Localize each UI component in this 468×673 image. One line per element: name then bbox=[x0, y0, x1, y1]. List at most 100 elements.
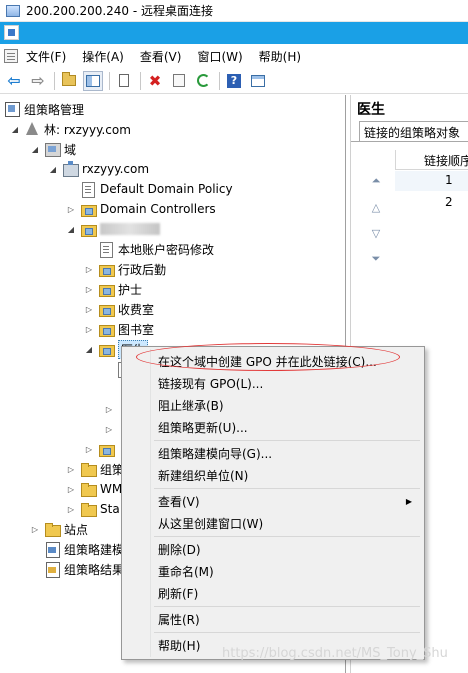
clipboard-button[interactable] bbox=[114, 71, 134, 91]
domain-icon bbox=[62, 161, 79, 177]
menu-item-new-ou[interactable]: 新建组织单位(N) bbox=[124, 464, 422, 486]
menu-bar: 文件(F) 操作(A) 查看(V) 窗口(W) 帮助(H) bbox=[0, 44, 468, 68]
tree-node-password-policy[interactable]: 本地账户密码修改 bbox=[98, 239, 214, 259]
menu-window[interactable]: 窗口(W) bbox=[197, 48, 242, 65]
tree-node-label: 组策略建模 bbox=[64, 542, 125, 557]
menu-view[interactable]: 查看(V) bbox=[140, 48, 182, 65]
tree-node-wmi-filters[interactable]: ▷ WM bbox=[66, 479, 122, 499]
menu-item-properties[interactable]: 属性(R) bbox=[124, 608, 422, 630]
window-title: 200.200.200.240 - 远程桌面连接 bbox=[26, 4, 214, 18]
tree-node-label: 域 bbox=[64, 142, 77, 157]
menu-item-delete[interactable]: 删除(D) bbox=[124, 538, 422, 560]
menu-help[interactable]: 帮助(H) bbox=[259, 48, 301, 65]
tree-node-hidden-child[interactable]: ▷ bbox=[104, 419, 118, 439]
menu-item-modeling-wizard[interactable]: 组策略建模向导(G)... bbox=[124, 442, 422, 464]
expand-icon[interactable]: ▷ bbox=[84, 285, 94, 294]
menu-separator bbox=[154, 606, 420, 607]
sites-folder-icon bbox=[44, 521, 61, 537]
menu-item-new-window[interactable]: 从这里创建窗口(W) bbox=[124, 512, 422, 534]
tree-node-ou-admin[interactable]: ▷ 行政后勤 bbox=[84, 259, 166, 279]
tab-linked-gpos[interactable]: 链接的组策略对象 bbox=[359, 121, 468, 141]
refresh-icon bbox=[196, 74, 210, 87]
folder-icon bbox=[80, 481, 97, 497]
menu-item-refresh[interactable]: 刷新(F) bbox=[124, 582, 422, 604]
tree-node-label: Sta bbox=[100, 502, 120, 516]
properties-button[interactable] bbox=[169, 71, 189, 91]
toolbar-separator bbox=[140, 71, 141, 90]
collapse-icon[interactable]: ◢ bbox=[84, 345, 94, 354]
help-button[interactable]: ? bbox=[224, 71, 244, 91]
tree-node-results[interactable]: 组策略结果 bbox=[44, 559, 124, 579]
tree-node-label: 林: rxzyyy.com bbox=[44, 122, 131, 137]
tree-node-gpmc-root[interactable]: 组策略管理 bbox=[4, 99, 84, 119]
move-down-button[interactable]: ▽ bbox=[367, 225, 385, 241]
tree-node-default-domain-policy[interactable]: Default Domain Policy bbox=[80, 179, 233, 199]
refresh-button[interactable] bbox=[193, 71, 213, 91]
expand-icon[interactable]: ▷ bbox=[30, 525, 40, 534]
tree-node-label: 图书室 bbox=[118, 322, 155, 337]
menu-file[interactable]: 文件(F) bbox=[26, 48, 66, 65]
column-header-link-order[interactable]: 链接顺序 bbox=[395, 150, 468, 170]
move-down-icon: ▽ bbox=[371, 226, 381, 240]
tab-divider bbox=[351, 141, 468, 142]
expand-icon[interactable]: ▷ bbox=[66, 465, 76, 474]
collapse-icon[interactable]: ◢ bbox=[48, 165, 58, 174]
move-top-icon: ⏶ bbox=[371, 174, 381, 187]
collapse-icon[interactable]: ◢ bbox=[10, 125, 20, 134]
expand-icon[interactable]: ▷ bbox=[66, 485, 76, 494]
expand-icon[interactable]: ▷ bbox=[84, 445, 94, 454]
modeling-icon bbox=[44, 541, 60, 558]
collapse-icon[interactable]: ◢ bbox=[66, 225, 76, 234]
window-title-bar: 200.200.200.240 - 远程桌面连接 bbox=[0, 0, 468, 22]
tree-node-redacted-ou[interactable]: ◢ bbox=[66, 219, 160, 239]
tree-node-label: 行政后勤 bbox=[118, 262, 167, 277]
tree-node-forest[interactable]: ◢ 林: rxzyyy.com bbox=[10, 119, 131, 139]
table-row[interactable]: 1 bbox=[395, 171, 468, 191]
new-window-button[interactable] bbox=[248, 71, 268, 91]
expand-icon[interactable]: ▷ bbox=[66, 505, 76, 514]
up-folder-icon bbox=[62, 72, 76, 86]
menu-action[interactable]: 操作(A) bbox=[82, 48, 124, 65]
console-document-icon[interactable] bbox=[4, 49, 18, 63]
move-up-button[interactable]: △ bbox=[367, 199, 385, 215]
collapse-icon[interactable]: ◢ bbox=[30, 145, 40, 154]
tree-node-starter-gpos[interactable]: ▷ Sta bbox=[66, 499, 120, 519]
menu-item-link-existing-gpo[interactable]: 链接现有 GPO(L)... bbox=[124, 372, 422, 394]
forward-button[interactable]: ⇨ bbox=[28, 71, 48, 91]
expand-icon[interactable]: ▷ bbox=[104, 425, 114, 434]
tree-node-ou-cashier[interactable]: ▷ 收费室 bbox=[84, 299, 154, 319]
menu-item-view[interactable]: 查看(V) ▶ bbox=[124, 490, 422, 512]
menu-item-block-inheritance[interactable]: 阻止继承(B) bbox=[124, 394, 422, 416]
up-one-level-button[interactable] bbox=[59, 71, 79, 91]
expand-icon[interactable]: ▷ bbox=[66, 205, 76, 214]
tree-node-domains[interactable]: ◢ 域 bbox=[30, 139, 76, 159]
move-top-button[interactable]: ⏶ bbox=[367, 173, 385, 189]
expand-icon[interactable]: ▷ bbox=[84, 305, 94, 314]
tree-node-group-policy-objects[interactable]: ▷ 组策 bbox=[66, 459, 124, 479]
menu-item-gp-update[interactable]: 组策略更新(U)... bbox=[124, 416, 422, 438]
expand-icon[interactable]: ▷ bbox=[84, 265, 94, 274]
tree-node-ou-library[interactable]: ▷ 图书室 bbox=[84, 319, 154, 339]
tree-node-hidden-ou[interactable]: ▷ bbox=[84, 439, 118, 459]
delete-button[interactable]: ✖ bbox=[145, 71, 165, 91]
back-button[interactable]: ⇦ bbox=[4, 71, 24, 91]
tree-node-hidden-child[interactable]: ▷ bbox=[104, 399, 118, 419]
table-row[interactable]: 2 bbox=[395, 193, 468, 213]
tree-node-domain[interactable]: ◢ rxzyyy.com bbox=[48, 159, 149, 179]
move-bottom-button[interactable]: ⏷ bbox=[367, 251, 385, 267]
mmc-console-icon[interactable] bbox=[4, 25, 19, 40]
show-hide-tree-button[interactable] bbox=[83, 70, 103, 91]
tree-node-sites[interactable]: ▷ 站点 bbox=[30, 519, 88, 539]
forest-icon bbox=[24, 121, 40, 137]
tree-node-modeling[interactable]: 组策略建模 bbox=[44, 539, 124, 559]
expand-icon[interactable]: ▷ bbox=[104, 405, 114, 414]
move-up-icon: △ bbox=[371, 200, 381, 214]
menu-item-rename[interactable]: 重命名(M) bbox=[124, 560, 422, 582]
expand-icon[interactable]: ▷ bbox=[84, 325, 94, 334]
toolbar-separator bbox=[54, 71, 55, 90]
toolbar-separator bbox=[109, 71, 110, 90]
submenu-arrow-icon: ▶ bbox=[405, 496, 412, 506]
tree-node-domain-controllers[interactable]: ▷ Domain Controllers bbox=[66, 199, 216, 219]
toolbar-separator bbox=[219, 71, 220, 90]
tree-node-ou-nurse[interactable]: ▷ 护士 bbox=[84, 279, 142, 299]
